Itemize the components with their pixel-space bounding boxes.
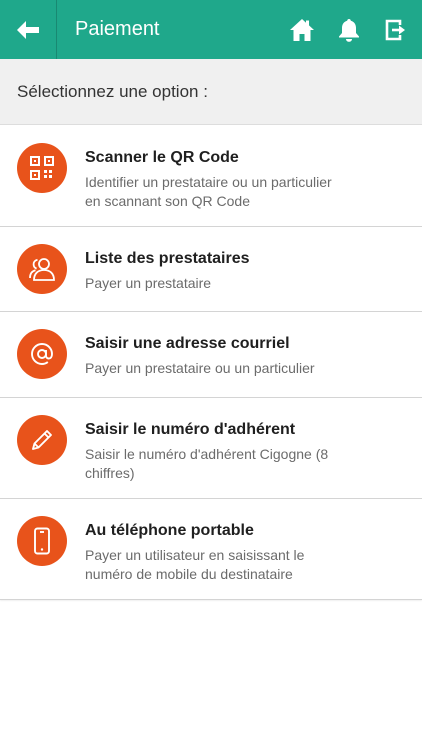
option-title: Saisir une adresse courriel [85,335,290,352]
pencil-icon [17,415,67,465]
option-description: Identifier un prestataire ou un particul… [85,174,332,209]
option-title: Au téléphone portable [85,522,254,539]
logout-icon [385,19,405,40]
mobile-phone-icon [17,516,67,566]
option-description: Payer un utilisateur en saisissant le nu… [85,547,305,582]
back-button[interactable] [0,0,57,59]
logout-button[interactable] [372,0,420,59]
bell-icon [338,18,359,42]
qr-code-icon [17,143,67,193]
app-bar: Paiement [0,0,422,59]
users-icon [17,244,67,294]
page-title: Paiement [75,18,160,40]
at-sign-icon [17,329,67,379]
option-description: Payer un prestataire [85,275,212,291]
notifications-button[interactable] [325,0,372,59]
option-description: Payer un prestataire ou un particulier [85,360,315,376]
payment-options-list: Scanner le QR Code Identifier un prestat… [0,126,422,600]
option-enter-member-number[interactable]: Saisir le numéro d'adhérent Saisir le nu… [0,398,422,499]
option-title: Liste des prestataires [85,250,250,267]
option-title: Scanner le QR Code [85,149,239,166]
home-icon [289,18,314,41]
option-title: Saisir le numéro d'adhérent [85,421,296,438]
option-scan-qr-code[interactable]: Scanner le QR Code Identifier un prestat… [0,126,422,227]
arrow-left-icon [17,20,39,39]
home-button[interactable] [278,0,325,59]
option-mobile-phone[interactable]: Au téléphone portable Payer un utilisate… [0,499,422,600]
instruction-text: Sélectionnez une option : [0,59,422,125]
option-enter-email[interactable]: Saisir une adresse courriel Payer un pre… [0,312,422,398]
option-provider-list[interactable]: Liste des prestataires Payer un prestata… [0,227,422,312]
option-description: Saisir le numéro d'adhérent Cigogne (8 c… [85,446,329,481]
